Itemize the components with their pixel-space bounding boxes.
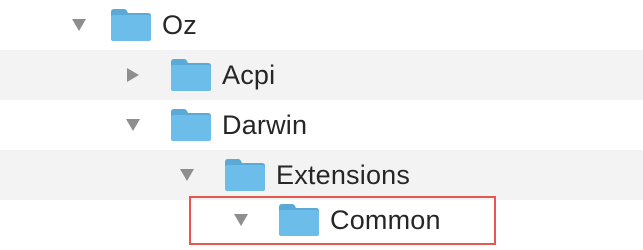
folder-icon bbox=[278, 203, 320, 237]
disclosure-expanded-icon[interactable] bbox=[232, 211, 250, 229]
folder-icon bbox=[170, 108, 212, 142]
tree-row-label: Darwin bbox=[222, 109, 308, 140]
disclosure-expanded-icon[interactable] bbox=[124, 116, 142, 134]
folder-icon bbox=[170, 58, 212, 92]
folder-icon bbox=[224, 158, 266, 192]
tree-row-acpi[interactable]: Acpi bbox=[0, 50, 643, 100]
tree-row-label: Common bbox=[330, 204, 441, 235]
disclosure-collapsed-icon[interactable] bbox=[124, 66, 142, 84]
folder-icon bbox=[110, 8, 152, 42]
tree-row-oz[interactable]: Oz bbox=[0, 0, 643, 50]
disclosure-expanded-icon[interactable] bbox=[178, 166, 196, 184]
outline-tree: Oz Acpi Darwin Extensions Common bbox=[0, 0, 643, 250]
tree-row-extensions[interactable]: Extensions bbox=[0, 150, 643, 200]
tree-row-darwin[interactable]: Darwin bbox=[0, 100, 643, 150]
tree-row-label: Oz bbox=[162, 9, 197, 40]
tree-row-label: Acpi bbox=[222, 59, 276, 90]
tree-row-common[interactable]: Common bbox=[0, 195, 643, 245]
tree-row-label: Extensions bbox=[276, 159, 411, 190]
disclosure-expanded-icon[interactable] bbox=[70, 16, 88, 34]
